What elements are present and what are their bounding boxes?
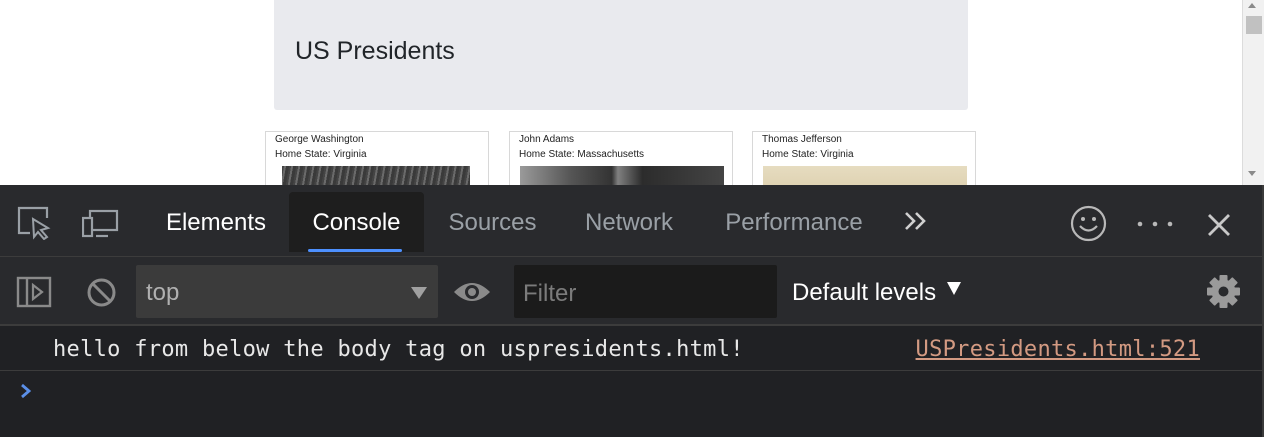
more-tabs-chevron-icon[interactable] bbox=[903, 209, 929, 233]
scrollbar-thumb[interactable] bbox=[1246, 16, 1262, 34]
more-options-icon[interactable] bbox=[1136, 220, 1174, 228]
inspect-element-icon[interactable] bbox=[17, 206, 51, 240]
tab-sources[interactable]: Sources bbox=[445, 192, 540, 252]
president-home-state: Home State: Massachusetts bbox=[519, 149, 645, 160]
console-message-text: hello from below the body tag on uspresi… bbox=[53, 337, 744, 362]
page-header-banner: US Presidents bbox=[274, 0, 968, 110]
console-message-source-link[interactable]: USPresidents.html:521 bbox=[916, 337, 1200, 362]
page-title: US Presidents bbox=[295, 37, 455, 65]
live-expression-eye-icon[interactable] bbox=[453, 279, 491, 305]
device-toggle-icon[interactable] bbox=[82, 207, 119, 239]
dropdown-arrow-icon bbox=[411, 287, 427, 299]
close-icon[interactable] bbox=[1207, 213, 1231, 237]
console-sidebar-toggle-icon[interactable] bbox=[16, 276, 52, 308]
tab-performance[interactable]: Performance bbox=[720, 192, 868, 252]
devtools-panel: Elements Console Sources Network Perform… bbox=[0, 185, 1264, 437]
console-toolbar: top Default levels bbox=[0, 257, 1262, 326]
tab-elements[interactable]: Elements bbox=[161, 192, 271, 252]
tab-network[interactable]: Network bbox=[578, 192, 680, 252]
dropdown-arrow-icon bbox=[947, 282, 962, 295]
devtools-tab-bar: Elements Console Sources Network Perform… bbox=[0, 185, 1262, 257]
console-prompt-chevron-icon[interactable] bbox=[18, 382, 34, 400]
president-name: George Washington bbox=[275, 134, 364, 145]
console-message-row: hello from below the body tag on uspresi… bbox=[0, 326, 1262, 371]
console-filter-input[interactable] bbox=[514, 265, 777, 318]
president-home-state: Home State: Virginia bbox=[275, 149, 367, 160]
president-name: Thomas Jefferson bbox=[762, 134, 842, 145]
president-card: John Adams Home State: Massachusetts bbox=[509, 131, 733, 185]
president-portrait bbox=[763, 166, 967, 185]
scroll-down-arrow-icon[interactable] bbox=[1248, 171, 1256, 176]
scroll-up-arrow-icon[interactable] bbox=[1248, 3, 1256, 8]
execution-context-select[interactable]: top bbox=[136, 265, 438, 318]
president-home-state: Home State: Virginia bbox=[762, 149, 854, 160]
page-viewport: US Presidents George Washington Home Sta… bbox=[0, 0, 1264, 185]
feedback-smiley-icon[interactable] bbox=[1070, 205, 1107, 242]
tab-console[interactable]: Console bbox=[289, 192, 424, 252]
console-output: hello from below the body tag on uspresi… bbox=[0, 326, 1262, 437]
president-card: George Washington Home State: Virginia bbox=[265, 131, 489, 185]
log-levels-label: Default levels bbox=[792, 279, 937, 306]
clear-console-icon[interactable] bbox=[86, 277, 117, 308]
president-name: John Adams bbox=[519, 134, 575, 145]
execution-context-value: top bbox=[146, 279, 180, 306]
president-card: Thomas Jefferson Home State: Virginia bbox=[752, 131, 976, 185]
president-portrait bbox=[282, 166, 470, 185]
page-scrollbar[interactable] bbox=[1242, 0, 1264, 185]
log-levels-dropdown[interactable]: Default levels bbox=[792, 265, 962, 318]
tab-console-label: Console bbox=[312, 209, 401, 236]
active-tab-indicator bbox=[308, 249, 402, 252]
president-portrait bbox=[520, 166, 724, 185]
console-settings-gear-icon[interactable] bbox=[1206, 274, 1241, 309]
